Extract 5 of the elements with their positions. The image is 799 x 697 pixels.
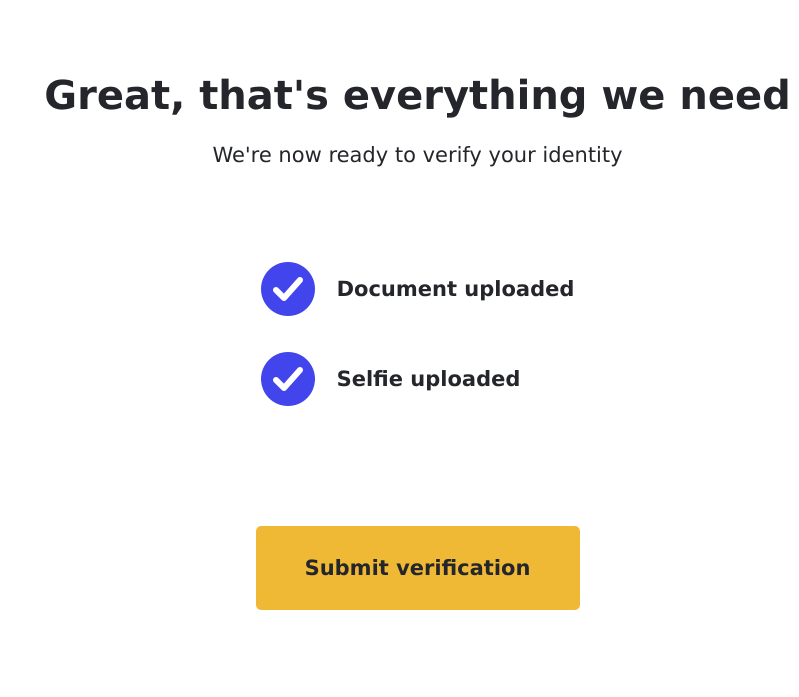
- subtitle: We're now ready to verify your identity: [212, 142, 623, 169]
- upload-status-label: Selfie uploaded: [336, 367, 520, 391]
- upload-status-label: Document uploaded: [336, 277, 574, 301]
- page-title: Great, that's everything we need: [44, 72, 791, 121]
- submit-button[interactable]: Submit verification: [256, 526, 580, 610]
